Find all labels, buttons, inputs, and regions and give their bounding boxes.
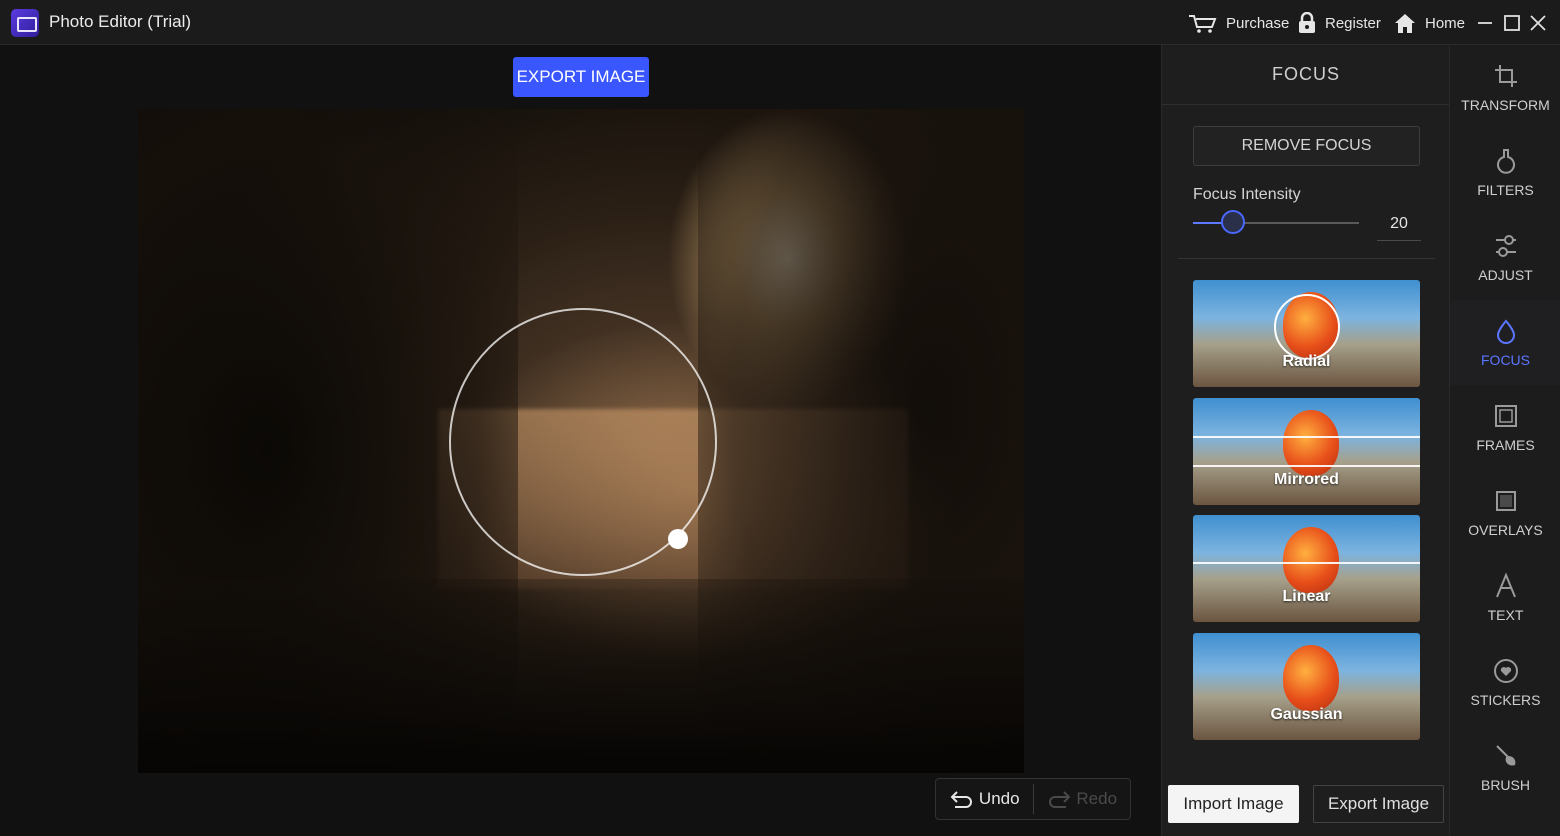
focus-intensity-value[interactable]: 20 bbox=[1377, 207, 1421, 241]
card-thumbnail bbox=[1283, 645, 1339, 711]
close-button[interactable] bbox=[1527, 12, 1549, 34]
focus-type-linear[interactable]: Linear bbox=[1193, 515, 1420, 622]
tool-text[interactable]: TEXT bbox=[1450, 555, 1560, 640]
undo-icon bbox=[950, 791, 972, 808]
tool-label: TEXT bbox=[1487, 606, 1524, 623]
tool-label: TRANSFORM bbox=[1461, 96, 1550, 113]
export-image-top-button[interactable]: EXPORT IMAGE bbox=[513, 57, 649, 97]
minimize-button[interactable] bbox=[1474, 12, 1496, 34]
import-image-button[interactable]: Import Image bbox=[1168, 785, 1299, 823]
app-title: Photo Editor (Trial) bbox=[49, 12, 192, 31]
card-thumbnail bbox=[1283, 527, 1339, 593]
focus-type-mirrored[interactable]: Mirrored bbox=[1193, 398, 1420, 505]
photo-canvas[interactable] bbox=[138, 109, 1024, 773]
export-image-button[interactable]: Export Image bbox=[1313, 785, 1444, 823]
lock-icon bbox=[1299, 12, 1315, 33]
minimize-icon bbox=[1478, 22, 1492, 24]
home-icon bbox=[1395, 14, 1415, 33]
card-label: Gaussian bbox=[1270, 706, 1343, 723]
redo-icon bbox=[1049, 791, 1071, 808]
panel-divider bbox=[1178, 258, 1435, 259]
maximize-button[interactable] bbox=[1501, 12, 1523, 34]
tool-transform[interactable]: TRANSFORM bbox=[1450, 45, 1560, 130]
focus-intensity-label: Focus Intensity bbox=[1193, 186, 1301, 203]
focus-type-radial[interactable]: Radial bbox=[1193, 280, 1420, 387]
undo-label: Undo bbox=[978, 789, 1020, 808]
overlay-icon bbox=[1495, 490, 1516, 511]
tool-label: BRUSH bbox=[1480, 776, 1530, 793]
app-logo-icon bbox=[11, 9, 39, 37]
frame-icon bbox=[1494, 404, 1517, 427]
card-label: Linear bbox=[1282, 588, 1331, 605]
card-label: Radial bbox=[1282, 353, 1331, 370]
tool-label: ADJUST bbox=[1478, 266, 1533, 283]
remove-focus-button[interactable]: REMOVE FOCUS bbox=[1193, 126, 1420, 166]
text-a-icon bbox=[1495, 572, 1516, 597]
home-button[interactable]: Home bbox=[1393, 11, 1465, 35]
filter-flask-icon bbox=[1496, 148, 1515, 174]
maximize-icon bbox=[1504, 15, 1520, 31]
mirror-line-bottom bbox=[1193, 465, 1420, 467]
focus-panel: FOCUS REMOVE FOCUS Focus Intensity 20 Ra… bbox=[1161, 45, 1450, 836]
tool-focus[interactable]: FOCUS bbox=[1450, 300, 1560, 385]
card-label: Mirrored bbox=[1274, 471, 1339, 488]
undo-button[interactable]: Undo bbox=[936, 778, 1033, 820]
tool-filters[interactable]: FILTERS bbox=[1450, 130, 1560, 215]
panel-title: FOCUS bbox=[1162, 45, 1450, 105]
drop-icon bbox=[1496, 318, 1515, 344]
tool-stickers[interactable]: STICKERS bbox=[1450, 640, 1560, 725]
tool-brush[interactable]: BRUSH bbox=[1450, 725, 1560, 810]
purchase-button[interactable]: Purchase bbox=[1188, 11, 1289, 35]
focus-intensity-slider[interactable] bbox=[1193, 210, 1359, 234]
redo-button[interactable]: Redo bbox=[1033, 778, 1130, 820]
slider-thumb[interactable] bbox=[1221, 210, 1245, 234]
radial-indicator bbox=[1274, 294, 1340, 360]
adjust-sliders-icon bbox=[1495, 234, 1516, 257]
tool-label: FRAMES bbox=[1476, 436, 1535, 453]
tool-label: OVERLAYS bbox=[1468, 521, 1543, 538]
title-bar: Photo Editor (Trial) Purchase Register H… bbox=[0, 0, 1560, 45]
tool-frames[interactable]: FRAMES bbox=[1450, 385, 1560, 470]
redo-label: Redo bbox=[1076, 789, 1118, 808]
photo-ground bbox=[138, 579, 1024, 773]
linear-line bbox=[1193, 562, 1420, 564]
tool-adjust[interactable]: ADJUST bbox=[1450, 215, 1560, 300]
crop-icon bbox=[1494, 64, 1517, 87]
tool-label: STICKERS bbox=[1470, 691, 1541, 708]
tool-sidebar: TRANSFORM FILTERS ADJUST FOCUS FRAMES OV… bbox=[1449, 45, 1560, 836]
tool-label: FOCUS bbox=[1481, 351, 1530, 368]
canvas-area: EXPORT IMAGE Undo Redo bbox=[0, 45, 1161, 836]
brush-icon bbox=[1495, 744, 1515, 766]
cart-icon bbox=[1189, 15, 1217, 33]
focus-resize-handle[interactable] bbox=[668, 529, 688, 549]
sticker-heart-icon bbox=[1493, 658, 1518, 683]
mirror-line-top bbox=[1193, 436, 1420, 438]
history-controls: Undo Redo bbox=[935, 778, 1131, 820]
home-label: Home bbox=[1425, 14, 1466, 32]
purchase-label: Purchase bbox=[1226, 14, 1290, 32]
register-label: Register bbox=[1325, 14, 1381, 32]
register-button[interactable]: Register bbox=[1297, 11, 1381, 35]
close-icon bbox=[1530, 15, 1546, 31]
tool-overlays[interactable]: OVERLAYS bbox=[1450, 470, 1560, 555]
tool-label: FILTERS bbox=[1477, 181, 1534, 198]
focus-type-gaussian[interactable]: Gaussian bbox=[1193, 633, 1420, 740]
